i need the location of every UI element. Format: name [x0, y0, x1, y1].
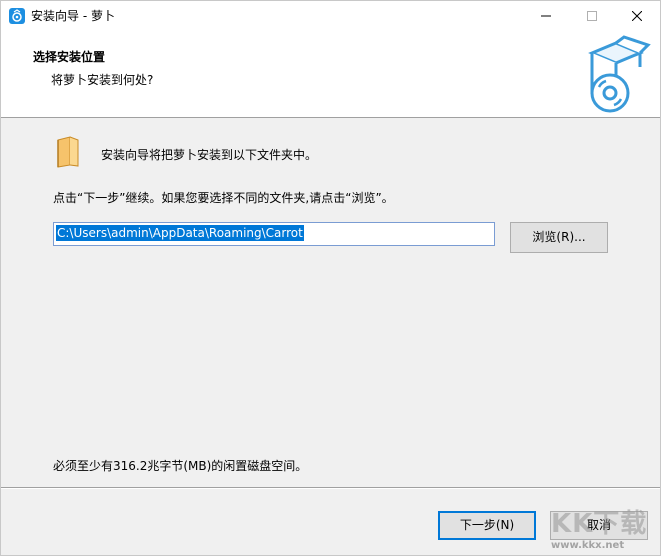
- install-box-icon: [588, 35, 651, 113]
- title-bar[interactable]: 安装向导 - 萝卜: [1, 1, 660, 31]
- page-title: 选择安装位置: [33, 50, 106, 64]
- disk-space-requirement: 必须至少有316.2兆字节(MB)的闲置磁盘空间。: [53, 459, 308, 473]
- maximize-button[interactable]: [569, 1, 615, 31]
- folder-icon: [57, 136, 79, 168]
- install-path-input[interactable]: C:\Users\admin\AppData\Roaming\Carrot: [53, 222, 495, 246]
- app-icon: [9, 8, 25, 24]
- footer-divider: [1, 487, 660, 489]
- close-icon: [632, 11, 642, 21]
- watermark-url: www.kkx.net: [551, 540, 625, 551]
- browse-button[interactable]: 浏览(R)...: [510, 222, 608, 253]
- instruction-text: 点击“下一步”继续。如果您要选择不同的文件夹,请点击“浏览”。: [53, 191, 394, 205]
- next-button[interactable]: 下一步(N): [438, 511, 536, 540]
- install-path-value: C:\Users\admin\AppData\Roaming\Carrot: [56, 225, 304, 241]
- window-title: 安装向导 - 萝卜: [31, 9, 115, 23]
- minimize-icon: [541, 15, 551, 17]
- wizard-header: 选择安装位置 将萝卜安装到何处?: [1, 31, 660, 118]
- installer-window: 安装向导 - 萝卜 选择安装位置 将萝卜安装到何处? 安装向导将把萝卜安装到以下…: [0, 0, 661, 556]
- cancel-button[interactable]: 取消: [550, 511, 648, 540]
- intro-text: 安装向导将把萝卜安装到以下文件夹中。: [101, 148, 318, 162]
- minimize-button[interactable]: [523, 1, 569, 31]
- close-button[interactable]: [614, 1, 660, 31]
- maximize-icon: [587, 11, 597, 21]
- page-subtitle: 将萝卜安装到何处?: [51, 73, 154, 87]
